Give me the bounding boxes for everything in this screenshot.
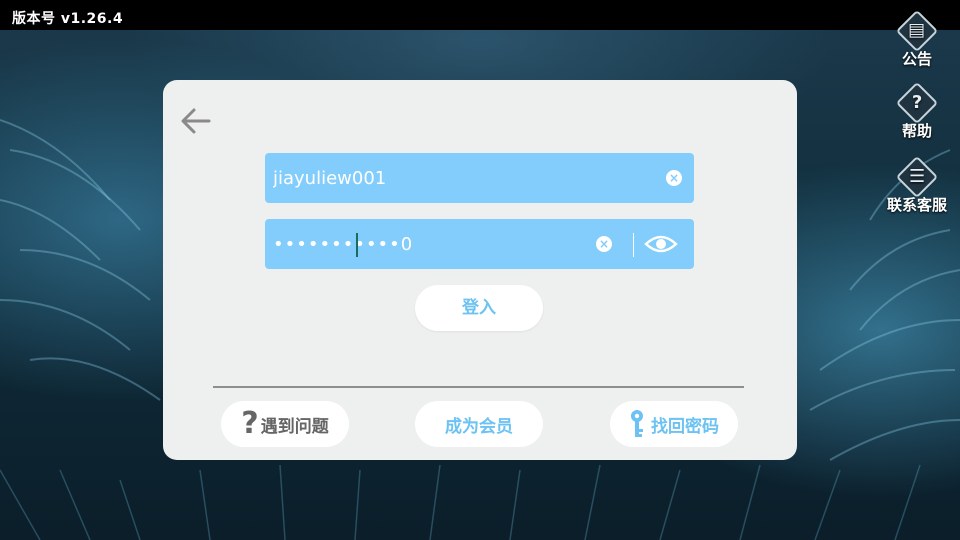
top-status-bar: 版本号 v1.26.4: [0, 0, 960, 30]
text-caret: [356, 233, 358, 257]
announcement-label: 公告: [901, 50, 932, 68]
password-field[interactable]: ×: [265, 219, 694, 269]
clear-password-icon[interactable]: ×: [596, 236, 612, 252]
login-card: × × 登入 ? 遇到问题 成为会员 找回密码: [163, 80, 797, 460]
username-input[interactable]: [273, 153, 643, 203]
show-password-eye-icon[interactable]: [644, 231, 678, 257]
help-question-icon: ?: [895, 81, 939, 125]
customer-service-label: 联系客服: [886, 196, 947, 214]
clear-username-icon[interactable]: ×: [666, 170, 682, 186]
username-field[interactable]: ×: [265, 153, 694, 203]
help-button[interactable]: ? 帮助: [882, 81, 952, 141]
report-problem-button[interactable]: ? 遇到问题: [221, 401, 349, 447]
become-member-button[interactable]: 成为会员: [415, 401, 543, 447]
login-button[interactable]: 登入: [415, 285, 543, 331]
key-icon: [631, 410, 643, 437]
divider-line: [213, 386, 744, 388]
find-password-label: 找回密码: [651, 416, 719, 437]
report-problem-label: 遇到问题: [260, 416, 329, 437]
become-member-label: 成为会员: [445, 416, 513, 437]
customer-service-button[interactable]: ☰ 联系客服: [882, 155, 952, 215]
field-divider: [633, 233, 634, 257]
version-label: 版本号 v1.26.4: [12, 11, 124, 27]
help-label: 帮助: [901, 122, 932, 140]
find-password-button[interactable]: 找回密码: [610, 401, 738, 447]
notice-board-icon: ▤: [895, 9, 939, 53]
back-arrow-icon[interactable]: [179, 106, 213, 136]
announcement-button[interactable]: ▤ 公告: [882, 9, 952, 69]
password-input[interactable]: [273, 219, 583, 269]
question-mark-icon: ?: [241, 406, 259, 441]
customer-service-list-icon: ☰: [895, 155, 939, 199]
